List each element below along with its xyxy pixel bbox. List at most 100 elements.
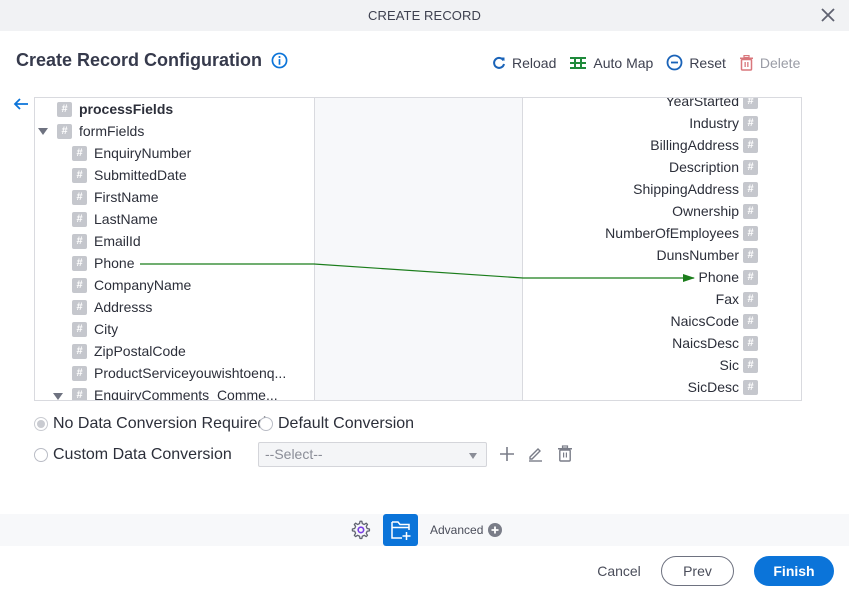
back-arrow-icon[interactable] xyxy=(12,96,30,112)
target-item[interactable]: YearStarted # xyxy=(666,98,758,112)
field-icon: # xyxy=(743,137,758,153)
mapping-toolbar: Reload Auto Map Reset Delete xyxy=(492,54,813,71)
tree-item-label: Addresss xyxy=(94,299,153,315)
field-icon: # xyxy=(743,98,758,109)
target-item[interactable]: Industry # xyxy=(689,112,758,134)
auto-map-button[interactable]: Auto Map xyxy=(569,55,653,71)
reset-label: Reset xyxy=(689,54,726,71)
delete-label: Delete xyxy=(759,54,801,71)
tree-item-label: FirstName xyxy=(94,189,159,205)
tree-item-processfields[interactable]: # processFields xyxy=(57,98,173,120)
tree-item-label: formFields xyxy=(79,123,145,139)
no-conversion-label: No Data Conversion Required xyxy=(53,415,267,432)
target-item[interactable]: ShippingAddress # xyxy=(633,178,758,200)
tree-item-phone[interactable]: # Phone xyxy=(72,252,134,274)
field-icon: # xyxy=(72,211,87,227)
dropdown-arrow-icon xyxy=(469,453,477,459)
field-icon: # xyxy=(72,321,87,337)
close-icon[interactable] xyxy=(819,6,837,24)
conversion-select-value: --Select-- xyxy=(265,446,323,462)
reset-button[interactable]: Reset xyxy=(666,54,726,71)
radio-button[interactable] xyxy=(34,448,48,462)
default-conversion-radio[interactable]: Default Conversion xyxy=(259,415,414,433)
tree-item-label: EnquiryNumber xyxy=(94,145,192,161)
target-item[interactable]: NumberOfEmployees # xyxy=(605,222,758,244)
target-item[interactable]: NaicsCode # xyxy=(671,310,758,332)
tree-item[interactable]: # EnquiryComments_Comme... xyxy=(72,384,278,400)
tree-item[interactable]: # EmailId xyxy=(72,230,141,252)
radio-button[interactable] xyxy=(34,417,48,431)
tree-item-formfields[interactable]: # formFields xyxy=(57,120,144,142)
target-item[interactable]: Ownership # xyxy=(672,200,758,222)
add-icon[interactable] xyxy=(499,446,515,462)
tree-item[interactable]: # Addresss xyxy=(72,296,152,318)
radio-button[interactable] xyxy=(259,417,273,431)
tree-item-label: City xyxy=(94,321,119,337)
add-folder-button[interactable] xyxy=(383,514,418,546)
field-icon: # xyxy=(743,357,758,373)
reload-button[interactable]: Reload xyxy=(492,55,556,71)
target-item[interactable]: NaicsDesc # xyxy=(672,332,758,354)
tree-item[interactable]: # City xyxy=(72,318,118,340)
target-item-phone[interactable]: Phone # xyxy=(699,266,758,288)
target-item[interactable]: Fax # xyxy=(716,288,758,310)
info-icon[interactable] xyxy=(271,52,288,69)
target-item-label: SicDesc xyxy=(687,379,739,395)
tree-item[interactable]: # ProductServiceyouwishtoenq... xyxy=(72,362,286,384)
tree-item-label: ProductServiceyouwishtoenq... xyxy=(94,365,287,381)
field-icon: # xyxy=(743,159,758,175)
tree-item[interactable]: # LastName xyxy=(72,208,158,230)
reset-icon xyxy=(666,54,683,71)
folder-plus-icon xyxy=(390,521,410,540)
mapping-connector-area xyxy=(314,98,523,400)
target-item[interactable]: BillingAddress # xyxy=(650,134,758,156)
target-item-label: NaicsCode xyxy=(670,313,739,329)
tree-item[interactable]: # CompanyName xyxy=(72,274,191,296)
target-item-label: Fax xyxy=(715,291,739,307)
auto-map-label: Auto Map xyxy=(593,54,654,71)
prev-button[interactable]: Prev xyxy=(661,556,734,586)
settings-gear-icon[interactable] xyxy=(349,519,371,541)
tree-item[interactable]: # EnquiryNumber xyxy=(72,142,191,164)
source-fields-panel[interactable]: # processFields # formFields # EnquiryNu… xyxy=(35,98,314,400)
target-item[interactable]: DunsNumber # xyxy=(657,244,758,266)
field-icon: # xyxy=(743,291,758,307)
conversion-select[interactable]: --Select-- xyxy=(258,442,487,467)
target-fields-panel[interactable]: YearStarted # Industry # BillingAddress … xyxy=(523,98,801,400)
expand-caret-icon[interactable] xyxy=(38,128,48,135)
expand-caret-icon[interactable] xyxy=(53,393,63,400)
field-icon: # xyxy=(72,145,87,161)
page-title: Create Record Configuration xyxy=(16,50,263,70)
auto-map-icon xyxy=(570,56,587,69)
page-heading: Create Record Configuration xyxy=(16,50,288,71)
target-item-label: Description xyxy=(668,159,739,175)
tree-item-label: ZipPostalCode xyxy=(94,343,186,359)
field-icon: # xyxy=(743,203,758,219)
delete-conversion-icon[interactable] xyxy=(557,445,573,462)
target-item-label: Sic xyxy=(719,357,739,373)
tree-item-label: SubmittedDate xyxy=(94,167,187,183)
target-item[interactable]: SicDesc # xyxy=(688,376,758,398)
field-icon: # xyxy=(72,343,87,359)
no-conversion-radio[interactable]: No Data Conversion Required xyxy=(34,415,266,433)
edit-icon[interactable] xyxy=(527,445,544,462)
target-item[interactable]: Description # xyxy=(669,156,758,178)
field-icon: # xyxy=(72,277,87,293)
custom-conversion-radio[interactable]: Custom Data Conversion xyxy=(34,446,232,464)
tree-item[interactable]: # FirstName xyxy=(72,186,159,208)
tree-item[interactable]: # SubmittedDate xyxy=(72,164,187,186)
tree-item-label: EnquiryComments_Comme... xyxy=(94,387,278,400)
reload-icon xyxy=(493,56,505,69)
target-item-label: Industry xyxy=(689,115,739,131)
field-icon: # xyxy=(57,101,72,117)
tree-item-label: processFields xyxy=(79,101,174,117)
field-icon: # xyxy=(72,167,87,183)
tree-item[interactable]: # ZipPostalCode xyxy=(72,340,186,362)
cancel-button[interactable]: Cancel xyxy=(590,560,648,582)
field-mapper: # processFields # formFields # EnquiryNu… xyxy=(34,97,802,401)
target-item[interactable]: Sic # xyxy=(720,354,758,376)
finish-button[interactable]: Finish xyxy=(754,556,834,586)
advanced-toggle[interactable]: Advanced xyxy=(430,523,503,537)
target-item-label: Ownership xyxy=(672,203,739,219)
delete-button[interactable]: Delete xyxy=(739,54,801,71)
